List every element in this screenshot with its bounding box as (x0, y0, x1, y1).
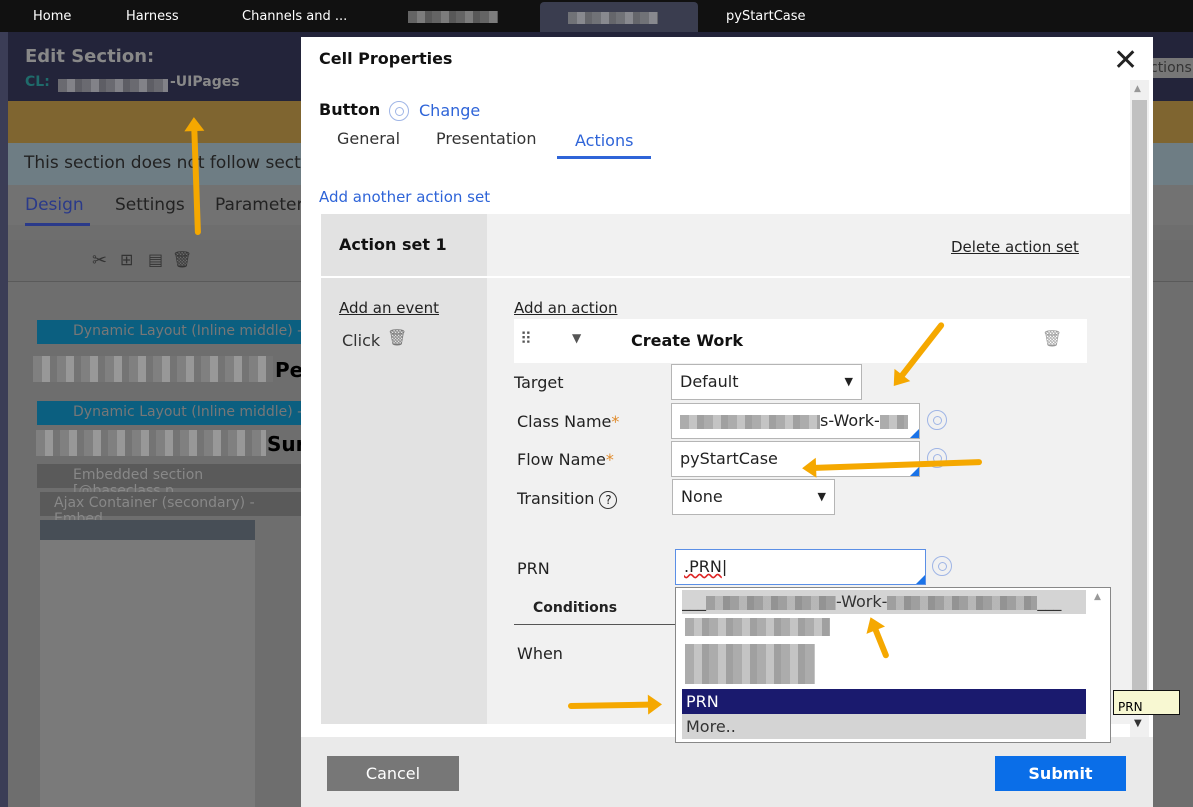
add-action-set-link[interactable]: Add another action set (319, 188, 490, 206)
top-tab-bar: Home Harness Channels and ... pyStartCas… (0, 0, 1193, 32)
tab-harness[interactable]: Harness (126, 9, 179, 24)
dl1-text: Pe (275, 358, 304, 382)
list-item-blurred[interactable] (685, 616, 830, 636)
trash-icon[interactable]: 🗑 (1042, 329, 1062, 348)
add-action-link[interactable]: Add an action (514, 299, 617, 317)
tab-pystartcase[interactable]: pyStartCase (726, 9, 806, 24)
action-name: Create Work (631, 331, 743, 350)
dialog-title: Cell Properties (319, 49, 453, 68)
target-icon[interactable] (389, 101, 409, 121)
transition-label: Transition ? (517, 489, 618, 509)
prn-autocomplete-list: ___ -Work- ___ PRN More.. ▲ (675, 587, 1111, 743)
add-event-link[interactable]: Add an event (339, 299, 439, 317)
list-item-prn[interactable]: PRN (682, 689, 1086, 714)
tab-actions[interactable]: Actions (557, 131, 652, 159)
when-label: When (517, 644, 563, 663)
tab-presentation[interactable]: Presentation (436, 129, 536, 148)
target-label: Target (514, 373, 564, 392)
class-label: CL: (25, 74, 50, 90)
dynamic-layout-2[interactable]: Dynamic Layout (Inline middle) - (37, 401, 307, 425)
blurred-text (36, 430, 266, 456)
prn-label: PRN (517, 559, 550, 578)
tab-channels[interactable]: Channels and ... (242, 9, 347, 24)
ajax-container[interactable]: Ajax Container (secondary) - Embed (40, 492, 301, 527)
dropdown-icon: ▼ (817, 490, 826, 503)
conditions-header: Conditions (533, 600, 618, 616)
class-suffix[interactable]: -UIPages (170, 74, 240, 90)
delete-action-set-link[interactable]: Delete action set (951, 238, 1079, 256)
submit-button[interactable]: Submit (995, 756, 1126, 791)
caret-down-icon[interactable]: ▼ (572, 331, 581, 345)
trash-icon[interactable]: 🗑 (387, 328, 407, 347)
cancel-button[interactable]: Cancel (327, 756, 459, 791)
change-link[interactable]: Change (419, 101, 480, 120)
close-icon[interactable]: ✕ (1113, 43, 1138, 78)
divider (321, 276, 1132, 278)
control-type: Button (319, 100, 381, 119)
class-name-input[interactable]: s-Work- (671, 403, 920, 439)
prn-value: .PRN (684, 557, 722, 576)
tab-design[interactable]: Design (25, 195, 90, 226)
help-icon: ? (599, 491, 618, 509)
tab-home[interactable]: Home (33, 9, 71, 24)
tab-blurred[interactable] (408, 9, 498, 24)
target-icon[interactable] (932, 556, 952, 576)
tooltip: PRN (1113, 690, 1180, 715)
scroll-down-icon[interactable]: ▼ (1134, 718, 1142, 729)
action-set-title: Action set 1 (339, 235, 447, 254)
target-select[interactable]: Default ▼ (671, 364, 862, 400)
scrollbar-thumb[interactable] (1132, 100, 1147, 708)
ajax-placeholder (40, 520, 255, 807)
divider (514, 624, 679, 625)
tab-general[interactable]: General (337, 129, 400, 148)
class-blurred (58, 75, 168, 94)
event-column (321, 214, 487, 724)
event-click[interactable]: Click (342, 331, 380, 350)
blurred-text (33, 356, 273, 382)
target-icon[interactable] (927, 410, 947, 430)
drag-handle-icon[interactable]: ⠿ (520, 329, 532, 348)
actions-button[interactable]: ctions (1148, 58, 1193, 78)
prn-input[interactable]: .PRN| (675, 549, 926, 585)
list-item-more[interactable]: More.. (682, 714, 1086, 739)
paste-icon[interactable]: ▤ (148, 250, 163, 269)
transition-select[interactable]: None ▼ (672, 479, 835, 515)
dynamic-layout-1[interactable]: Dynamic Layout (Inline middle) - (37, 320, 307, 344)
dropdown-icon: ▼ (844, 375, 853, 388)
dl2-text: Sur (267, 432, 306, 456)
list-group-header: ___ -Work- ___ (682, 590, 1086, 614)
scroll-up-icon[interactable]: ▲ (1094, 592, 1101, 602)
copy-icon[interactable]: ⊞ (120, 250, 133, 269)
cut-icon[interactable]: ✂ (92, 250, 107, 271)
tab-settings[interactable]: Settings (115, 195, 185, 215)
class-name-label: Class Name* (517, 412, 620, 431)
left-rail (0, 32, 8, 807)
list-item-blurred[interactable] (685, 644, 815, 684)
action-row: ⠿ ▼ Create Work 🗑 (514, 319, 1087, 363)
tab-active-blurred[interactable] (540, 2, 698, 32)
flow-name-input[interactable]: pyStartCase (671, 441, 920, 477)
page-title: Edit Section: (25, 46, 155, 67)
delete-icon[interactable]: 🗑 (172, 250, 192, 269)
dialog-footer: Cancel Submit (301, 737, 1153, 807)
embedded-section[interactable]: Embedded section [@baseclass.p (37, 464, 301, 499)
target-value: Default (680, 372, 739, 391)
tab-parameters[interactable]: Parameter (215, 195, 303, 215)
flow-name-label: Flow Name* (517, 450, 614, 469)
